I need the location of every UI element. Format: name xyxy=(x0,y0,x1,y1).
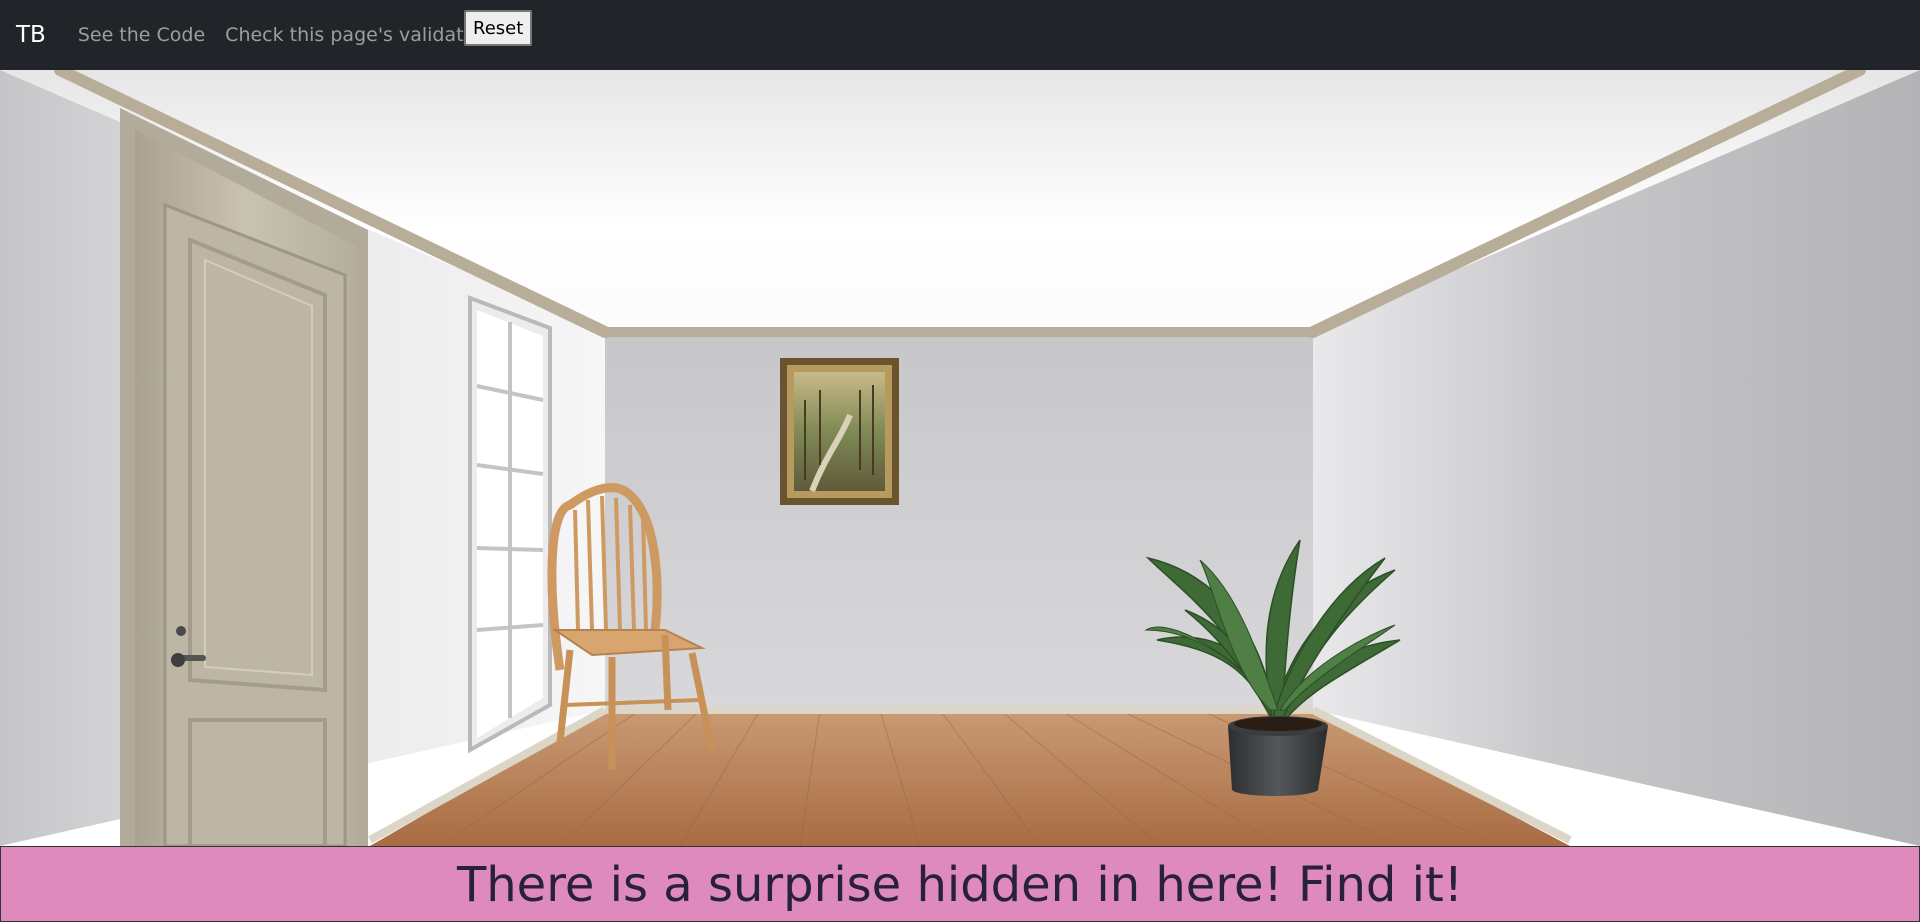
see-code-link[interactable]: See the Code xyxy=(78,24,205,46)
message-banner: There is a surprise hidden in here! Find… xyxy=(0,846,1920,922)
top-navbar: TB See the Code Check this page's valida… xyxy=(0,0,1920,70)
room-scene xyxy=(0,70,1920,846)
banner-text: There is a surprise hidden in here! Find… xyxy=(456,857,1464,913)
reset-button[interactable]: Reset xyxy=(464,10,533,46)
floor xyxy=(370,710,1570,846)
brand-link[interactable]: TB xyxy=(16,22,46,48)
door[interactable] xyxy=(120,108,368,846)
window[interactable] xyxy=(468,295,552,754)
check-validation-link[interactable]: Check this page's validation xyxy=(225,24,492,46)
painting[interactable] xyxy=(780,358,899,505)
